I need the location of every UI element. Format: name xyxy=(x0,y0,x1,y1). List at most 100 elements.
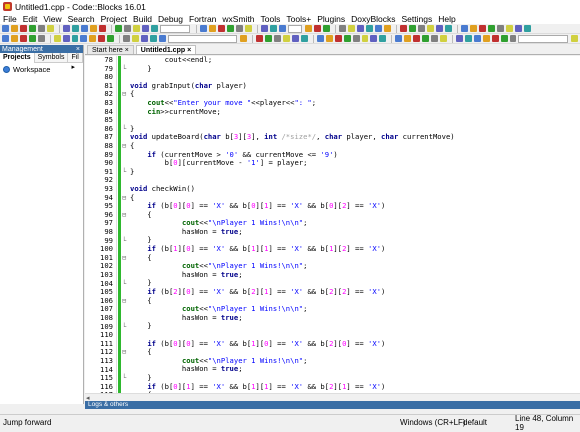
toolbar-combo-box[interactable] xyxy=(518,34,569,43)
code-line[interactable]: } xyxy=(130,64,580,74)
fold-margin[interactable]: └⊟└⊟└⊟⊟└⊟└⊟└⊟└⊟ xyxy=(122,56,130,393)
menu-item-plugins[interactable]: Plugins xyxy=(317,14,345,24)
toolbar-button-icon[interactable] xyxy=(440,35,447,42)
menu-item-tools-[interactable]: Tools+ xyxy=(286,14,311,24)
toolbar-button-icon[interactable] xyxy=(361,35,369,42)
toolbar-button-icon[interactable] xyxy=(497,25,504,32)
toolbar-button-icon[interactable] xyxy=(379,35,387,42)
toolbar-button-icon[interactable] xyxy=(413,35,421,42)
fold-toggle-icon[interactable]: ⊟ xyxy=(122,348,126,357)
toolbar-button-icon[interactable] xyxy=(357,25,364,32)
toolbar-button-icon[interactable] xyxy=(29,25,36,32)
menu-item-project[interactable]: Project xyxy=(101,14,127,24)
code-line[interactable]: } xyxy=(130,167,580,177)
toolbar-button-icon[interactable] xyxy=(400,25,407,32)
toolbar-button-icon[interactable] xyxy=(314,25,321,32)
toolbar-button-icon[interactable] xyxy=(107,35,115,42)
toolbar-button-icon[interactable] xyxy=(28,35,36,42)
code-line[interactable]: if (b[0][0] == 'X' && b[0][1] == 'X' && … xyxy=(130,201,580,211)
toolbar-button-icon[interactable] xyxy=(274,35,282,42)
menu-item-build[interactable]: Build xyxy=(133,14,152,24)
code-line[interactable]: } xyxy=(130,322,580,331)
toolbar-button-icon[interactable] xyxy=(218,25,225,32)
toolbar-button-icon[interactable] xyxy=(11,25,18,32)
toolbar-button-icon[interactable] xyxy=(370,35,378,42)
toolbar-button-icon[interactable] xyxy=(62,35,70,42)
code-line[interactable]: b[0][currentMove - '1'] = player; xyxy=(130,158,580,168)
toolbar-button-icon[interactable] xyxy=(10,35,18,42)
toolbar-button-icon[interactable] xyxy=(2,25,9,32)
toolbar-button-icon[interactable] xyxy=(339,25,346,32)
toolbar-button-icon[interactable] xyxy=(80,35,88,42)
menu-item-search[interactable]: Search xyxy=(68,14,95,24)
toolbar-button-icon[interactable] xyxy=(71,35,79,42)
toolbar-button-icon[interactable] xyxy=(488,25,495,32)
toolbar-button-icon[interactable] xyxy=(227,25,234,32)
menu-item-wxsmith[interactable]: wxSmith xyxy=(222,14,254,24)
toolbar-button-icon[interactable] xyxy=(20,25,27,32)
toolbar-button-icon[interactable] xyxy=(455,35,463,42)
code-line[interactable]: if (b[0][0] == 'X' && b[1][0] == 'X' && … xyxy=(130,339,580,349)
toolbar-button-icon[interactable] xyxy=(142,25,149,32)
toolbar-button-icon[interactable] xyxy=(445,25,452,32)
menu-item-debug[interactable]: Debug xyxy=(158,14,183,24)
toolbar-button-icon[interactable] xyxy=(418,25,425,32)
toolbar-button-icon[interactable] xyxy=(571,35,578,42)
code-line[interactable]: cin>>currentMove; xyxy=(130,107,580,117)
toolbar-button-icon[interactable] xyxy=(123,35,131,42)
code-line[interactable]: if (b[0][1] == 'X' && b[1][1] == 'X' && … xyxy=(130,382,580,392)
fold-toggle-icon[interactable]: ⊟ xyxy=(122,142,126,151)
tab-files[interactable]: Fil ▸ xyxy=(68,52,83,71)
toolbar-button-icon[interactable] xyxy=(240,35,248,42)
menu-item-settings[interactable]: Settings xyxy=(402,14,433,24)
toolbar-button-icon[interactable] xyxy=(256,35,264,42)
code-area[interactable]: cout<<endl; } void grabInput(char player)… xyxy=(130,56,580,393)
toolbar-button-icon[interactable] xyxy=(2,35,9,42)
toolbar-button-icon[interactable] xyxy=(115,25,122,32)
toolbar-button-icon[interactable] xyxy=(343,35,351,42)
fold-toggle-icon[interactable]: ⊟ xyxy=(122,90,126,99)
toolbar-button-icon[interactable] xyxy=(316,35,324,42)
menu-item-edit[interactable]: Edit xyxy=(23,14,38,24)
toolbar-button-icon[interactable] xyxy=(509,35,517,42)
toolbar-button-icon[interactable] xyxy=(124,25,131,32)
toolbar-button-icon[interactable] xyxy=(395,35,403,42)
code-line[interactable]: if (b[2][0] == 'X' && b[2][1] == 'X' && … xyxy=(130,287,580,297)
menu-item-help[interactable]: Help xyxy=(438,14,455,24)
toolbar-button-icon[interactable] xyxy=(37,35,45,42)
menu-item-doxyblocks[interactable]: DoxyBlocks xyxy=(351,14,395,24)
fold-toggle-icon[interactable]: ⊟ xyxy=(122,194,126,203)
toolbar-button-icon[interactable] xyxy=(98,35,106,42)
menu-item-fortran[interactable]: Fortran xyxy=(189,14,216,24)
toolbar-combo-box[interactable] xyxy=(167,34,238,43)
code-line[interactable]: hasWon = true; xyxy=(130,313,580,323)
toolbar-button-icon[interactable] xyxy=(334,35,342,42)
toolbar-button-icon[interactable] xyxy=(409,25,416,32)
toolbar-button-icon[interactable] xyxy=(470,25,477,32)
tab-symbols[interactable]: Symbols xyxy=(35,52,69,63)
tab-start-here[interactable]: Start here × xyxy=(87,45,134,54)
toolbar-button-icon[interactable] xyxy=(236,25,243,32)
toolbar-button-icon[interactable] xyxy=(283,35,290,42)
toolbar-button-icon[interactable] xyxy=(291,35,299,42)
toolbar-button-icon[interactable] xyxy=(261,25,268,32)
toolbar-button-icon[interactable] xyxy=(47,25,54,32)
horizontal-scrollbar[interactable]: ◂ xyxy=(85,393,580,402)
toolbar-button-icon[interactable] xyxy=(133,25,140,32)
toolbar-button-icon[interactable] xyxy=(19,35,27,42)
toolbar-button-icon[interactable] xyxy=(132,35,140,42)
code-line[interactable]: void updateBoard(char b[3][3], int /*siz… xyxy=(130,133,580,142)
toolbar-button-icon[interactable] xyxy=(524,25,531,32)
toolbar-button-icon[interactable] xyxy=(325,35,333,42)
tab-projects[interactable]: Projects xyxy=(0,52,35,63)
toolbar-button-icon[interactable] xyxy=(158,35,166,42)
code-line[interactable]: hasWon = true; xyxy=(130,227,580,237)
code-line[interactable]: hasWon = true; xyxy=(130,270,580,280)
toolbar-button-icon[interactable] xyxy=(270,25,277,32)
menu-item-view[interactable]: View xyxy=(43,14,61,24)
close-icon[interactable]: × xyxy=(187,47,191,54)
code-line[interactable]: if (b[1][0] == 'X' && b[1][1] == 'X' && … xyxy=(130,244,580,254)
toolbar-button-icon[interactable] xyxy=(323,25,330,32)
code-editor[interactable]: 78 79 80 81 82 83 84 85 86 87 88 89 90 91 92 93 94 95 96 97… xyxy=(85,56,580,393)
toolbar-button-icon[interactable] xyxy=(89,35,97,42)
